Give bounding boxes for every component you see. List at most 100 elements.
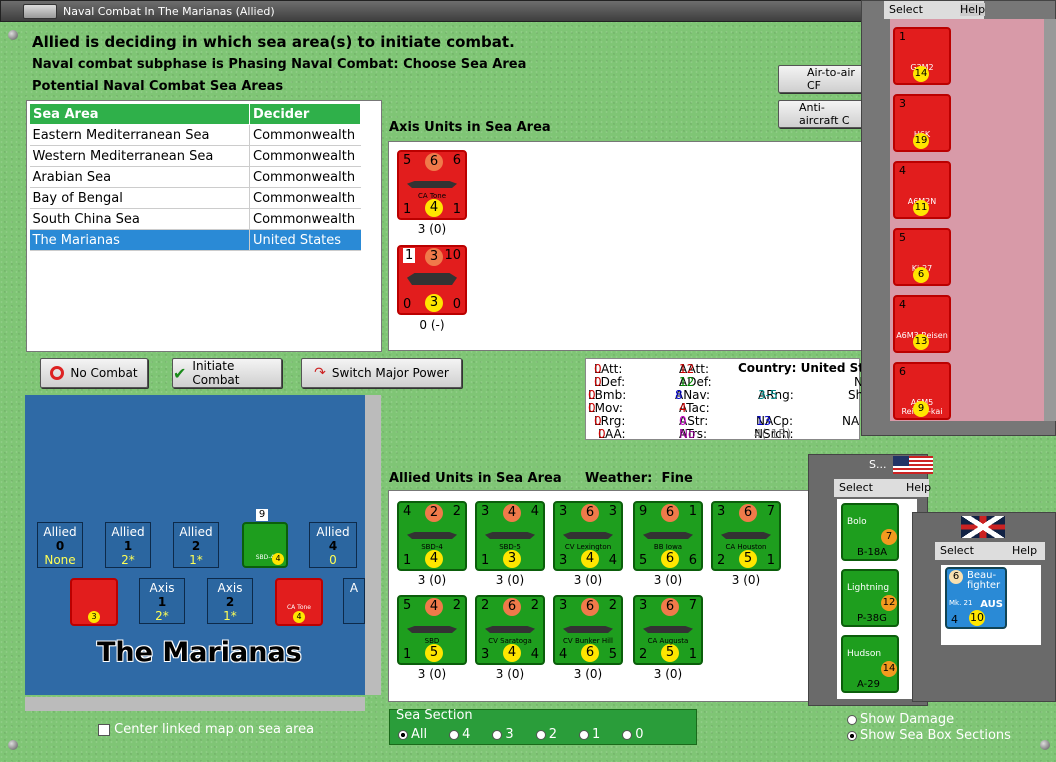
sea-section-option-0[interactable]: 0 (622, 727, 644, 742)
decider-cell: Commonwealth (249, 145, 361, 167)
axis-sea-box-1[interactable]: Axis 1 2* (139, 578, 185, 624)
vertical-scrollbar[interactable] (365, 395, 381, 695)
unit-counter-cv-lexington[interactable]: 3 6 3 3 4 4 CV Lexington (553, 501, 623, 571)
movement-circle: 13 (913, 334, 929, 350)
switch-major-power-button[interactable]: ↷ Switch Major Power (301, 358, 462, 388)
select-menu[interactable]: Select (940, 544, 974, 557)
mini-counter-sbd4[interactable]: SBD-4 4 (242, 522, 288, 568)
attack-value: 9 (639, 504, 648, 519)
unit-counter-sbd-4[interactable]: 4 2 2 1 4 SBD-4 (397, 501, 467, 571)
unit-counter-g3m2[interactable]: 1G3M214 (893, 27, 951, 85)
help-menu[interactable]: Help (960, 3, 986, 16)
horizontal-scrollbar[interactable] (25, 697, 365, 711)
unit-name: SBD-4 (421, 543, 443, 551)
select-menu[interactable]: Select (889, 3, 923, 16)
unit-counter-b-18a[interactable]: Bolo B-18A 7 (841, 503, 899, 561)
unit-counter-ca-houston[interactable]: 3 6 7 2 5 1 CA Houston (711, 501, 781, 571)
box-number: 4 (328, 539, 338, 553)
col-sea-area[interactable]: Sea Area (29, 103, 250, 125)
defense-circle: 2 (425, 504, 443, 522)
unit-counter-a6m3[interactable]: 4 A6M3 Reisen 13 (893, 295, 951, 353)
unit-counter-sbd-5[interactable]: 3 4 4 1 3 SBD-5 (475, 501, 545, 571)
radio[interactable] (535, 729, 546, 740)
air-to-air-button[interactable]: Air-to-air CF (778, 65, 863, 93)
attack-value: 3 (717, 504, 726, 519)
unit-nickname: Bolo (847, 517, 867, 527)
sea-area-list: Sea Area Decider Eastern Mediterranean Se… (26, 100, 382, 352)
initiate-combat-button[interactable]: ✔ Initiate Combat (172, 358, 282, 388)
col-decider[interactable]: Decider (249, 103, 361, 125)
show-sections-option[interactable]: Show Sea Box Sections (847, 728, 1011, 743)
radio-selected[interactable] (847, 730, 857, 741)
sea-area-title: The Marianas (97, 637, 302, 668)
mini-counter-axis[interactable]: 3 (70, 578, 118, 626)
mini-counter-ca-tone[interactable]: CA Tone 4 (275, 578, 323, 626)
anti-aircraft-button[interactable]: Anti-aircraft C (778, 100, 863, 128)
sea-section-options: All 4 3 2 1 0 (398, 727, 644, 742)
unit-counter-h6k[interactable]: 3H6K19 (893, 94, 951, 152)
sea-section-option-1[interactable]: 1 (578, 727, 600, 742)
unit-counter-ki-27[interactable]: 5Ki-276 (893, 228, 951, 286)
axis-sea-box-partial[interactable]: A (343, 578, 365, 624)
sea-area-map[interactable]: Allied 0 None Allied 1 2* Allied 2 1* Allied 4 0… (25, 395, 381, 711)
table-row[interactable]: Arabian Sea Commonwealth (29, 166, 361, 188)
table-row-selected[interactable]: The Marianas United States (29, 229, 361, 251)
axis-sea-box-2[interactable]: Axis 2 1* (207, 578, 253, 624)
help-menu[interactable]: Help (906, 481, 931, 494)
allied-sea-box-2[interactable]: Allied 2 1* (173, 522, 219, 568)
stat-value: 8 (675, 388, 683, 402)
range-value: 2 (452, 598, 461, 613)
sea-section-option-3[interactable]: 3 (492, 727, 514, 742)
radio[interactable] (398, 729, 408, 740)
unit-counter-cv-bunker-hill[interactable]: 3 6 2 4 6 5 CV Bunker Hill (553, 595, 623, 665)
table-row[interactable]: Bay of Bengal Commonwealth (29, 187, 361, 209)
unit-counter-ca-tone[interactable]: 5 6 6 CA Tone 1 4 1 (397, 150, 467, 220)
radio[interactable] (578, 729, 589, 740)
weather-label: Weather: Fine (585, 471, 693, 486)
unit-counter-ca-augusta[interactable]: 3 6 7 2 5 1 CA Augusta (633, 595, 703, 665)
center-link-option[interactable]: Center linked map on sea area (98, 722, 314, 737)
unit-counter-a6m5[interactable]: 6A6M5 Reisen-kai9 (893, 362, 951, 420)
cost-value: 1 (452, 202, 461, 217)
aa-value: 0 (403, 297, 412, 312)
attack-value: 3 (899, 97, 906, 110)
no-combat-button[interactable]: No Combat (40, 358, 148, 388)
unit-counter-beaufighter[interactable]: 6 Beau-fighter Mk. 21 AUS 4 10 (945, 567, 1007, 629)
table-row[interactable]: South China Sea Commonwealth (29, 208, 361, 230)
range-value: 2 (608, 598, 617, 613)
unit-counter-bb-iowa[interactable]: 9 6 1 5 6 6 BB Iowa (633, 501, 703, 571)
allied-sea-box-4[interactable]: Allied 4 0 (309, 522, 357, 568)
allied-sea-box-0[interactable]: Allied 0 None (37, 522, 83, 568)
switch-major-power-label: Switch Major Power (331, 366, 449, 380)
radio[interactable] (492, 729, 503, 740)
unit-counter-cv-saratoga[interactable]: 2 6 2 3 4 4 CV Saratoga (475, 595, 545, 665)
checkbox[interactable] (98, 723, 110, 736)
box-side: Axis (149, 581, 175, 595)
cost-value: 6 (688, 553, 697, 568)
radio[interactable] (622, 729, 633, 740)
axis-units-title: Axis Units in Sea Area (389, 120, 551, 135)
table-row[interactable]: Western Mediterranean Sea Commonwealth (29, 145, 361, 167)
select-menu[interactable]: Select (839, 481, 873, 494)
unit-counter-sbd[interactable]: 5 4 2 1 5 SBD (397, 595, 467, 665)
picker-scrollbar[interactable] (1044, 19, 1056, 421)
unit-counter-axis-stack[interactable]: 1 3 10 0 3 0 (397, 245, 467, 315)
box-number: 0 (55, 539, 65, 553)
attack-value: 5 (403, 598, 412, 613)
help-menu[interactable]: Help (1012, 544, 1037, 557)
radio[interactable] (449, 729, 460, 740)
radio[interactable] (847, 714, 857, 725)
unit-counter-p-38g[interactable]: Lightning P-38G 12 (841, 569, 899, 627)
sea-section-option-4[interactable]: 4 (449, 727, 470, 742)
aa-value: 5 (639, 553, 648, 568)
sea-section-option-2[interactable]: 2 (535, 727, 557, 742)
uk-unit-list: 6 Beau-fighter Mk. 21 AUS 4 10 (941, 565, 1041, 645)
sea-section-option-all[interactable]: All (398, 727, 427, 742)
box-status: 1* (223, 609, 237, 623)
allied-sea-box-1[interactable]: Allied 1 2* (105, 522, 151, 568)
window-menu-button[interactable] (23, 4, 57, 19)
table-row[interactable]: Eastern Mediterranean Sea Commonwealth (29, 124, 361, 146)
unit-counter-a-29[interactable]: Hudson A-29 14 (841, 635, 899, 693)
unit-counter-a6m2n[interactable]: 4A6M2N11 (893, 161, 951, 219)
show-damage-option[interactable]: Show Damage (847, 712, 954, 727)
